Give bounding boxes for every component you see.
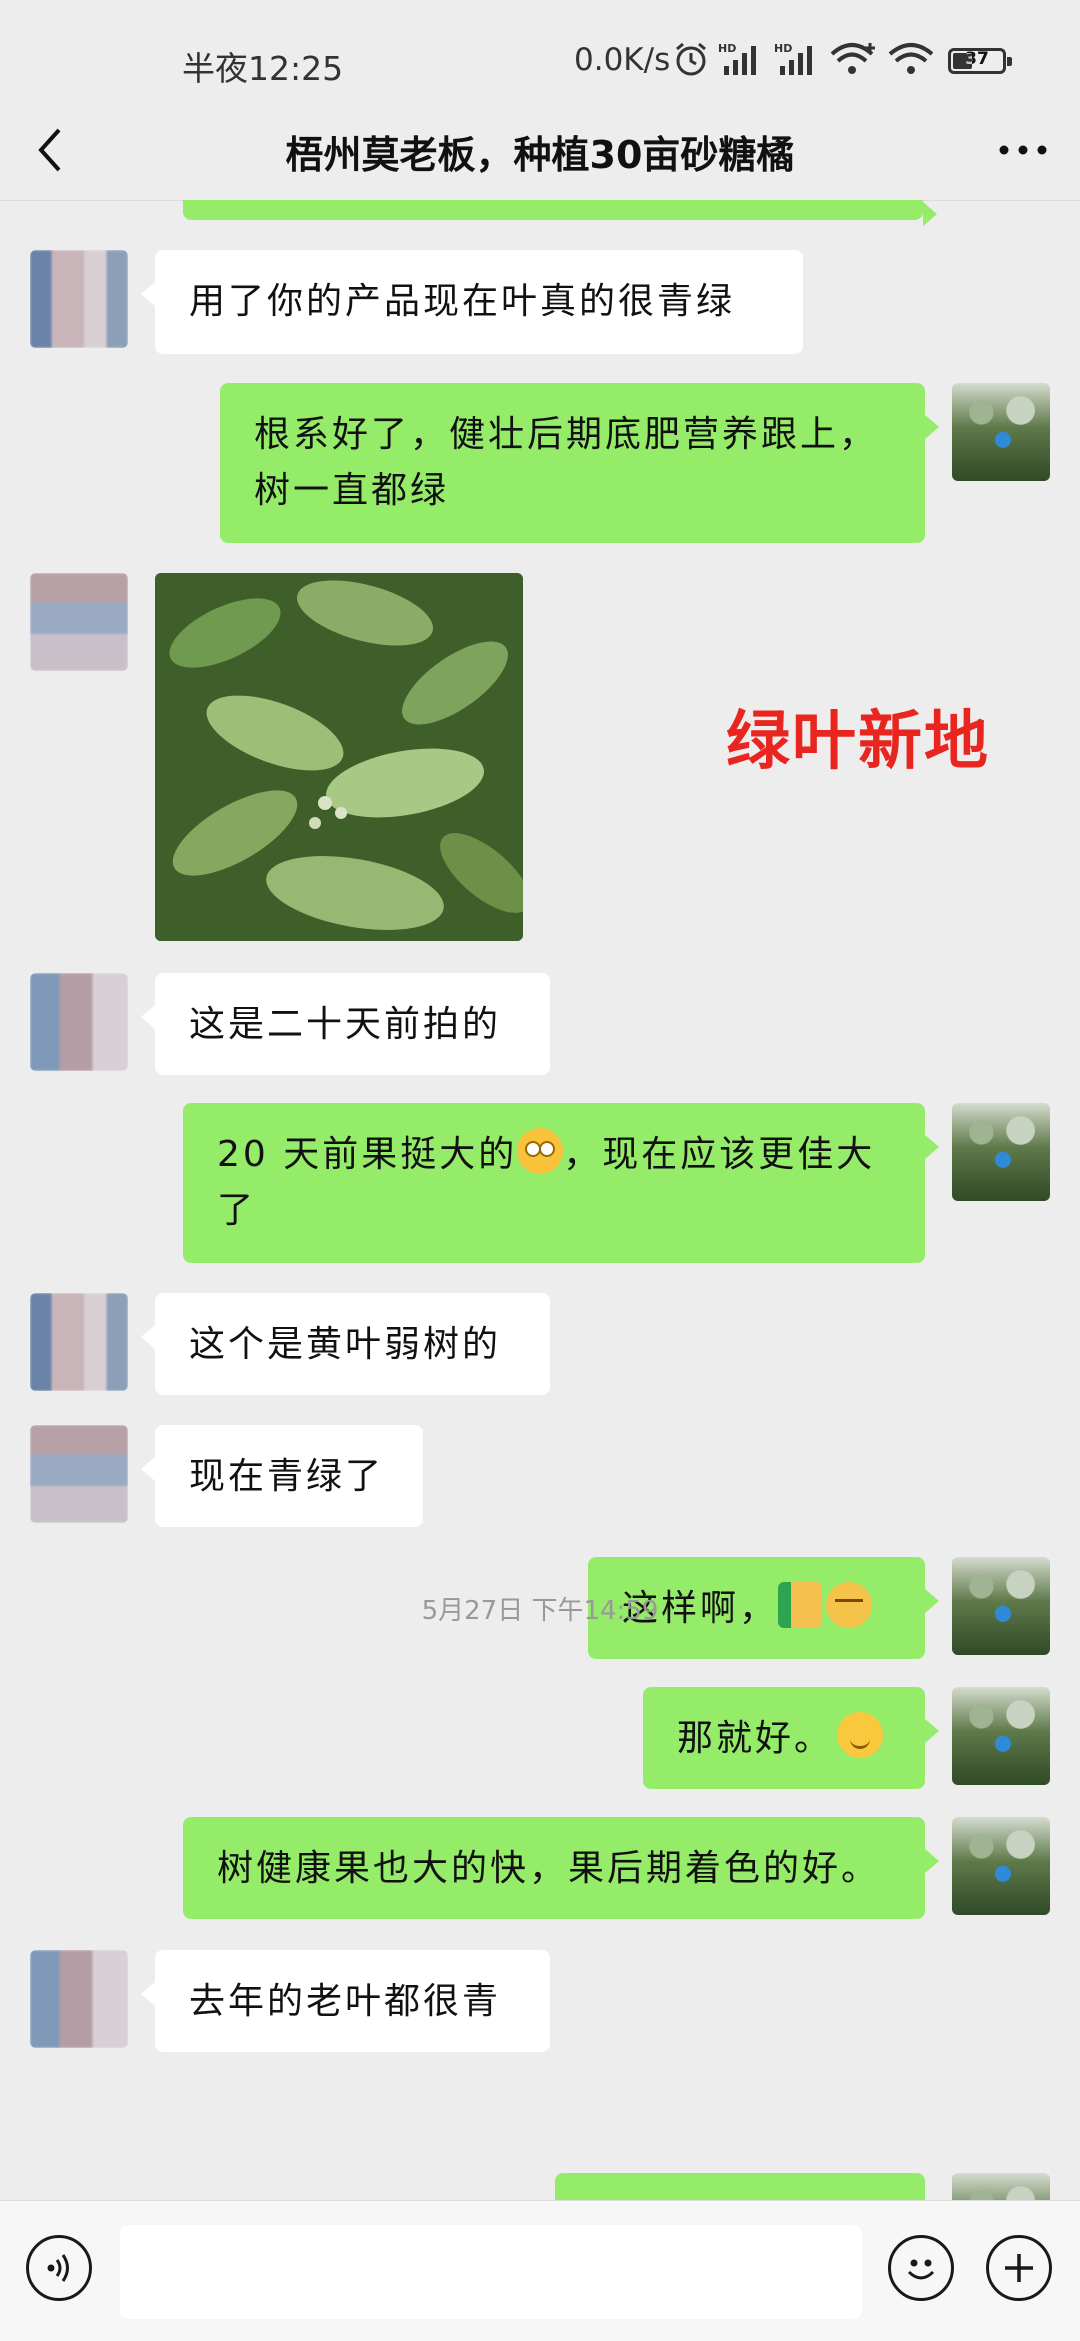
- status-icons: HD HD 37: [672, 36, 1012, 86]
- watermark-text: 绿叶新地: [726, 705, 990, 779]
- chevron-left-icon: [38, 128, 61, 172]
- plus-icon: [1005, 2254, 1033, 2282]
- network-speed: 0.0K/s: [574, 42, 671, 78]
- avatar[interactable]: [30, 1425, 128, 1523]
- wifi-plus-icon: [830, 40, 880, 82]
- message-bubble[interactable]: 用了你的产品现在叶真的很青绿: [141, 250, 803, 354]
- avatar[interactable]: [30, 250, 128, 348]
- svg-text:HD: HD: [718, 42, 736, 55]
- message-timestamp: 5月27日 下午14:59: [421, 1596, 659, 1626]
- svg-text:HD: HD: [774, 42, 792, 55]
- battery-level: 37: [965, 49, 989, 69]
- avatar[interactable]: [30, 973, 128, 1071]
- message-bubble-partial[interactable]: [183, 200, 937, 226]
- message-bubble-partial[interactable]: [555, 2173, 925, 2200]
- back-button[interactable]: [22, 122, 78, 178]
- message-input[interactable]: [120, 2225, 862, 2319]
- avatar[interactable]: [952, 1817, 1050, 1915]
- message-bubble[interactable]: 20 天前果挺大的 ，现在应该更佳大 了: [183, 1103, 939, 1263]
- message-bubble[interactable]: 这个是黄叶弱树的: [141, 1293, 550, 1395]
- emoji-button[interactable]: [888, 2235, 954, 2301]
- battery-icon: 37: [948, 48, 1012, 74]
- chat-title: 梧州莫老板，种植30亩砂糖橘: [285, 133, 795, 177]
- more-options-button[interactable]: [988, 122, 1058, 178]
- smiley-icon: [907, 2259, 935, 2280]
- voice-button[interactable]: [26, 2235, 92, 2301]
- message-bubble[interactable]: 树健康果也大的快，果后期着色的好。: [183, 1817, 939, 1919]
- input-bar: [0, 2200, 1080, 2341]
- avatar[interactable]: [30, 1950, 128, 2048]
- hd-signal-icon: HD: [774, 40, 822, 82]
- message-bubble[interactable]: 去年的老叶都很青: [141, 1950, 550, 2052]
- chat-header: 梧州莫老板，种植30亩砂糖橘: [0, 100, 1080, 201]
- message-bubble[interactable]: 根系好了，健壮后期底肥营养跟上， 树一直都绿: [220, 383, 939, 543]
- avatar[interactable]: [30, 573, 128, 671]
- alarm-icon: [672, 40, 710, 82]
- avatar[interactable]: [952, 1687, 1050, 1785]
- wifi-icon: [888, 40, 934, 82]
- voice-icon: [47, 2254, 69, 2282]
- plus-button[interactable]: [986, 2235, 1052, 2301]
- message-bubble[interactable]: 这是二十天前拍的: [141, 973, 550, 1075]
- image-message-citrus-leaves[interactable]: [155, 573, 523, 941]
- status-time: 半夜12:25: [182, 49, 344, 88]
- more-dots-icon: [999, 145, 1047, 155]
- message-bubble[interactable]: 现在青绿了: [141, 1425, 423, 1527]
- avatar[interactable]: [952, 2173, 1050, 2200]
- message-bubble[interactable]: 那就好。: [643, 1687, 939, 1789]
- avatar[interactable]: [952, 383, 1050, 481]
- smiling-face-emoji: [837, 1712, 884, 1758]
- hd-signal-icon: HD: [718, 40, 766, 82]
- avatar[interactable]: [952, 1103, 1050, 1201]
- message-list[interactable]: 用了你的产品现在叶真的很青绿 根系好了，健壮后期底肥营养跟上， 树一直都绿 绿叶…: [0, 200, 1080, 2200]
- dizzy-face-emoji: [517, 1128, 564, 1174]
- avatar[interactable]: [30, 1293, 128, 1391]
